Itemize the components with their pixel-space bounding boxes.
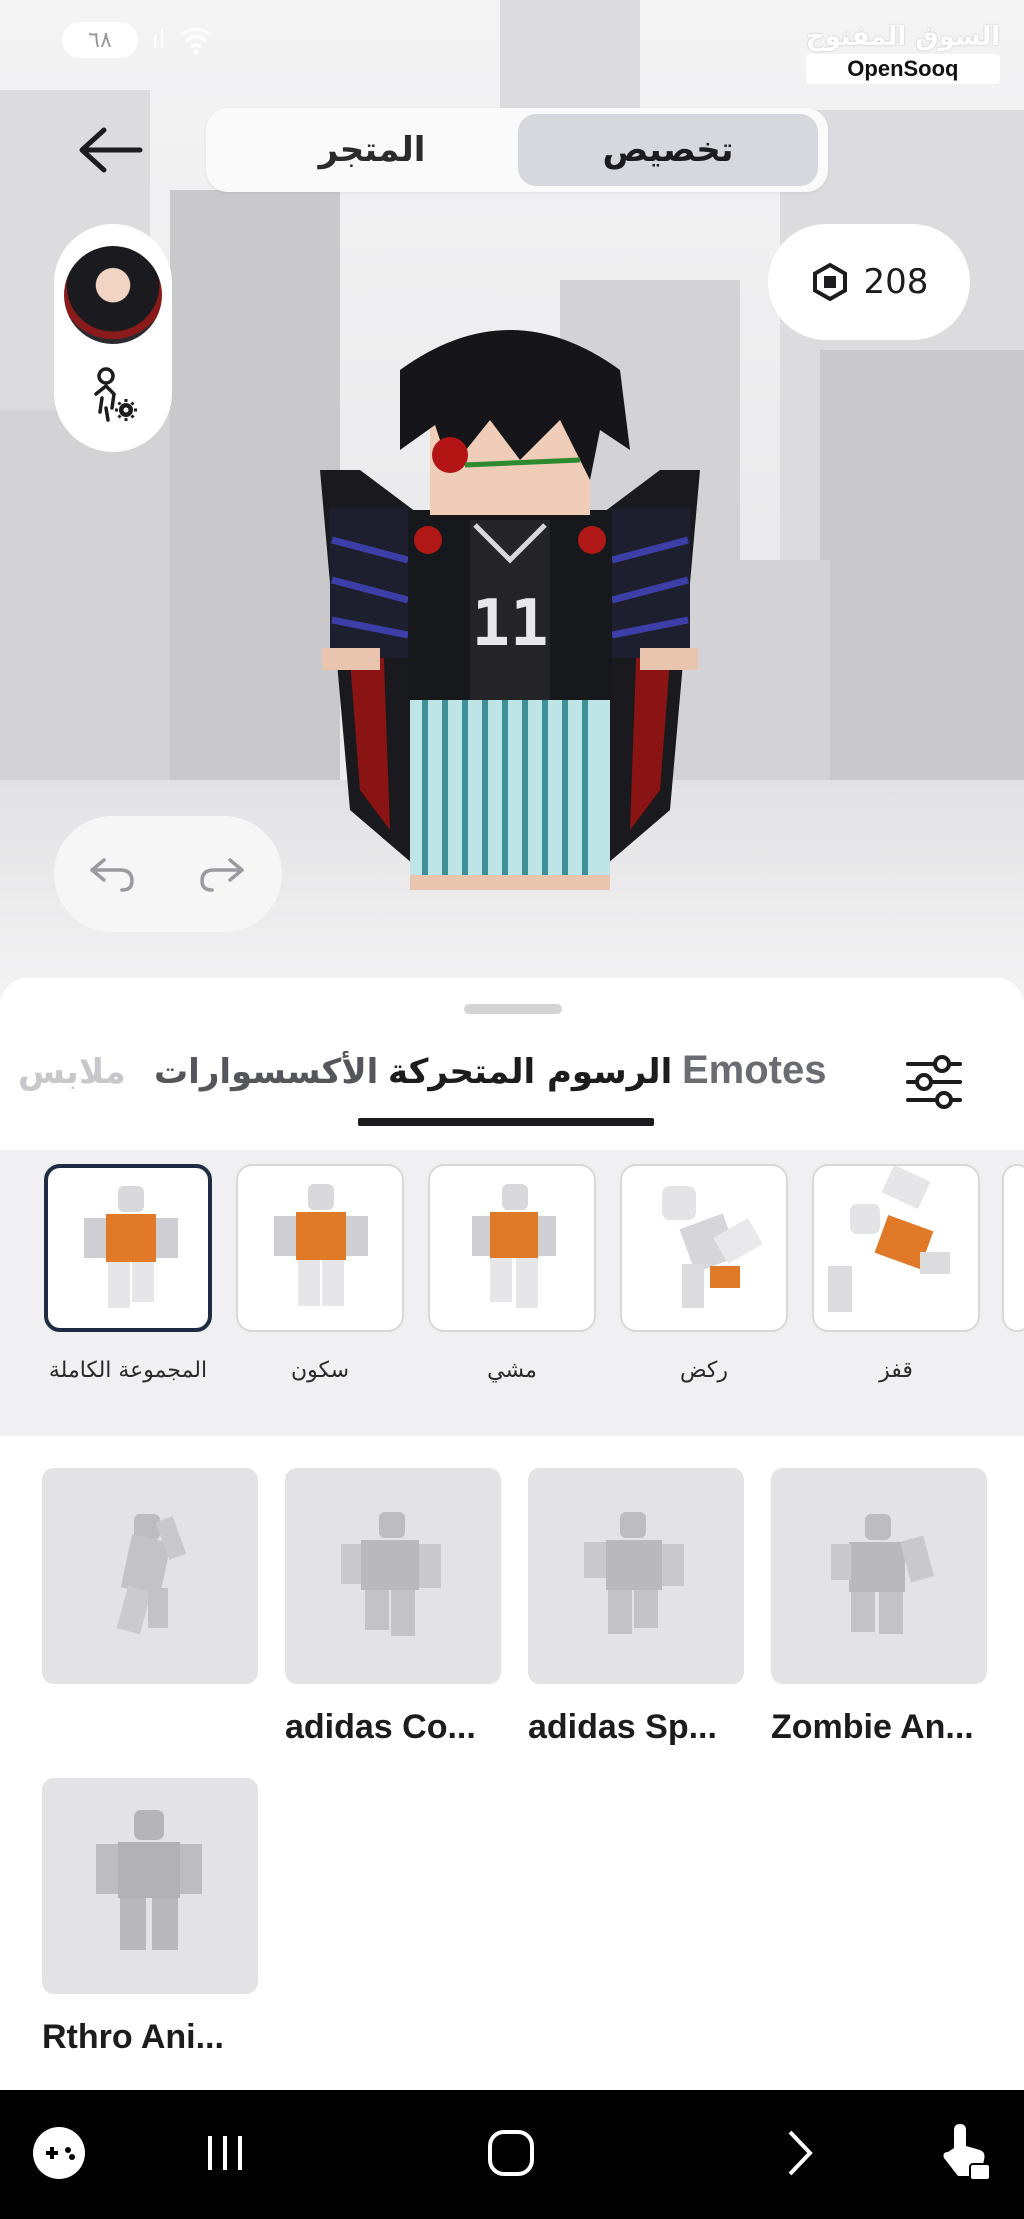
category-thumbnail [428, 1164, 596, 1332]
category-full-bundle[interactable]: المجموعة الكاملة [44, 1164, 212, 1383]
category-tabs: ملابس الأكسسوارات الرسوم المتحركة Emotes [0, 1034, 1024, 1126]
background-building [500, 0, 640, 110]
figure-thumbnail [96, 1810, 202, 1950]
tab-clothes[interactable]: ملابس [18, 1052, 126, 1092]
svg-text:11: 11 [471, 587, 548, 661]
item-name: adidas Co... [285, 1708, 476, 1746]
item-thumbnail [528, 1468, 744, 1684]
figure-thumbnail [116, 1514, 187, 1635]
active-tab-indicator [358, 1118, 654, 1126]
category-label: سكون [290, 1358, 350, 1383]
category-jump[interactable]: قفز [812, 1164, 980, 1383]
arrow-left-icon [79, 127, 143, 173]
back-button[interactable] [70, 118, 150, 182]
home-icon [488, 2130, 534, 2176]
touch-lock-icon [943, 2124, 991, 2181]
system-navigation-bar [0, 2090, 1024, 2219]
background-building [820, 350, 1024, 790]
filter-sliders-icon [906, 1055, 962, 1109]
category-label: مشي [487, 1358, 537, 1383]
item-thumbnail [285, 1468, 501, 1684]
tab-accessories[interactable]: الأكسسوارات [154, 1052, 378, 1092]
figure-thumbnail [662, 1186, 763, 1308]
avatar-preview-scene: ٦٨ ıl السوق المفتوح OpenSooq المتجر تخصي… [0, 0, 1024, 1000]
undo-icon [90, 858, 134, 892]
watermark-english: OpenSooq [805, 54, 1000, 84]
item-name: Zombie An... [771, 1708, 974, 1746]
battery-indicator: ٦٨ [62, 22, 138, 58]
recent-apps-button[interactable] [190, 2118, 260, 2188]
sheet-drag-handle[interactable] [464, 1004, 562, 1014]
figure-thumbnail [84, 1186, 178, 1308]
animation-type-strip: المجموعة الكاملة سكون مشي ركض قفز [0, 1150, 1024, 1436]
category-thumbnail [620, 1164, 788, 1332]
recent-apps-icon [208, 2136, 242, 2170]
forward-button[interactable] [764, 2118, 834, 2188]
figure-thumbnail [828, 1166, 950, 1312]
opensooq-watermark: السوق المفتوح OpenSooq [805, 22, 1000, 84]
category-run[interactable]: ركض [620, 1164, 788, 1383]
figure-thumbnail [584, 1512, 684, 1634]
avatar-settings-icon [94, 367, 137, 422]
redo-button[interactable] [198, 854, 246, 894]
store-customize-toggle: المتجر تخصيص [206, 108, 828, 192]
category-label: ركض [679, 1358, 729, 1383]
tab-emotes[interactable]: Emotes [682, 1048, 827, 1093]
catalog-sheet: ملابس الأكسسوارات الرسوم المتحركة Emotes [0, 978, 1024, 2090]
animation-item-card[interactable]: Zombie An... [771, 1468, 987, 1747]
figure-thumbnail [472, 1184, 556, 1308]
robux-icon [812, 262, 847, 302]
wifi-icon [180, 27, 213, 55]
item-thumbnail [42, 1778, 258, 1994]
signal-icon: ıl [152, 26, 166, 54]
animation-item-card[interactable]: adidas Co... [285, 1468, 501, 1747]
customize-tab-button[interactable]: تخصيص [518, 114, 818, 186]
touch-lock-button[interactable] [930, 2118, 1000, 2188]
animation-item-card[interactable]: adidas Sp... [528, 1468, 744, 1747]
category-thumbnail [812, 1164, 980, 1332]
robux-amount: 208 [863, 262, 929, 302]
redo-icon [200, 858, 244, 892]
avatar-character[interactable]: 11 [300, 330, 720, 890]
game-tools-button[interactable] [24, 2118, 94, 2188]
animation-item-card[interactable]: Rthro Ani... [42, 1778, 258, 2057]
animation-item-card[interactable] [42, 1468, 258, 1708]
category-next-partial[interactable] [1002, 1164, 1024, 1332]
category-idle[interactable]: سكون [236, 1164, 404, 1383]
figure-thumbnail [341, 1512, 441, 1636]
avatar-settings-button[interactable] [82, 364, 144, 426]
category-thumbnail [236, 1164, 404, 1332]
undo-button[interactable] [88, 854, 136, 894]
category-label: المجموعة الكاملة [48, 1358, 208, 1383]
avatar-side-panel [54, 224, 172, 452]
category-thumbnail [44, 1164, 212, 1332]
filter-button[interactable] [904, 1054, 964, 1110]
tab-animations[interactable]: الرسوم المتحركة [388, 1052, 672, 1092]
category-walk[interactable]: مشي [428, 1164, 596, 1383]
figure-thumbnail [274, 1184, 368, 1306]
store-tab-button[interactable]: المتجر [222, 114, 522, 186]
item-thumbnail [771, 1468, 987, 1684]
item-thumbnail [42, 1468, 258, 1684]
item-name: Rthro Ani... [42, 2018, 224, 2056]
robux-balance-button[interactable]: 208 [768, 224, 970, 340]
avatar[interactable] [64, 246, 162, 344]
item-name: adidas Sp... [528, 1708, 717, 1746]
watermark-arabic: السوق المفتوح [805, 22, 1000, 52]
undo-redo-panel [54, 816, 282, 932]
figure-thumbnail [831, 1514, 935, 1634]
status-bar: ٦٨ ıl [62, 20, 213, 60]
home-button[interactable] [476, 2118, 546, 2188]
category-label: قفز [879, 1358, 913, 1383]
chevron-right-icon [788, 2130, 813, 2176]
gamepad-icon [33, 2127, 85, 2179]
